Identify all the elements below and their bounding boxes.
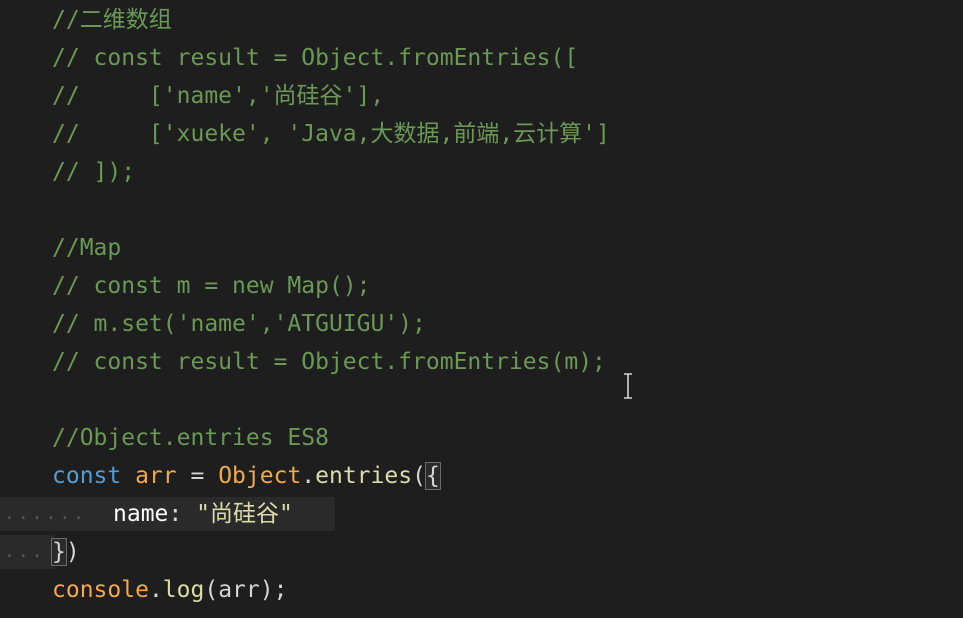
close-paren: ): [65, 539, 80, 565]
code-line-8: // const m = new Map();: [52, 273, 371, 299]
arr-variable: arr: [135, 463, 177, 489]
code-line-3: // ['name','尚硅谷'],: [52, 83, 385, 109]
code-line-5: // ]);: [52, 159, 136, 185]
code-line-16: console.log(arr);: [52, 571, 287, 609]
code-line-2: // const result = Object.fromEntries([: [52, 45, 579, 71]
code-line-13: const arr = Object.entries({: [52, 457, 441, 495]
open-brace-match: {: [424, 462, 441, 490]
colon: :: [168, 501, 197, 527]
code-line-10: // const result = Object.fromEntries(m);: [52, 349, 606, 375]
entries-method: entries: [315, 463, 413, 489]
string-literal: "尚硅谷": [196, 501, 293, 527]
code-line-4: // ['xueke', 'Java,大数据,前端,云计算']: [52, 121, 610, 147]
code-line-1: //二维数组: [52, 7, 172, 33]
object-identifier: Object: [218, 463, 302, 489]
name-property: name: [113, 501, 169, 527]
indent-guide-dots-15: ...: [4, 541, 46, 562]
code-line-14: name: "尚硅谷": [113, 495, 293, 533]
console-identifier: console: [52, 577, 149, 603]
code-line-12: //Object.entries ES8: [52, 425, 329, 451]
log-args: (arr);: [204, 577, 288, 603]
code-line-9: // m.set('name','ATGUIGU');: [52, 311, 426, 337]
dot-operator: .: [301, 463, 316, 489]
close-brace-match: }: [51, 538, 67, 566]
open-paren: (: [412, 463, 426, 489]
code-editor[interactable]: //二维数组 // const result = Object.fromEntr…: [0, 0, 963, 618]
code-line-15: }): [51, 533, 80, 571]
const-keyword: const: [52, 463, 122, 489]
text-cursor-icon: [624, 373, 632, 399]
assign-operator: =: [176, 463, 219, 489]
code-line-7: //Map: [52, 235, 122, 261]
dot-operator-2: .: [148, 577, 163, 603]
indent-guide-dots: ......: [4, 503, 88, 524]
log-method: log: [162, 577, 205, 603]
